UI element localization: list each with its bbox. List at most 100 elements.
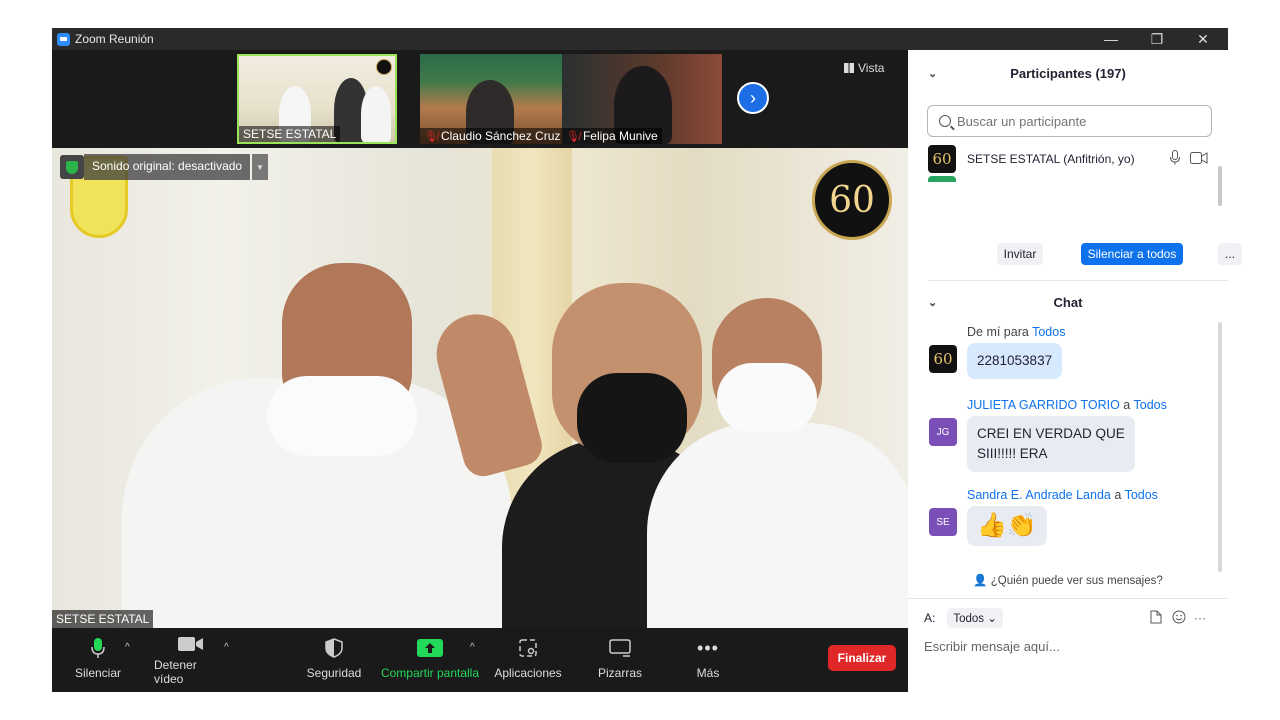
mute-all-button[interactable]: Silenciar a todos [1081,243,1183,265]
chat-header: ⌄ Chat [908,287,1228,317]
apps-icon [519,636,537,660]
chat-recipient[interactable]: Todos [1032,325,1065,339]
chat-message-header: JULIETA GARRIDO TORIO a Todos [967,398,1167,412]
participant-search-field[interactable] [927,105,1212,137]
thumbnail-name: SETSE ESTATAL [239,126,341,142]
security-button[interactable]: Seguridad [306,636,362,686]
side-panel: ⌄ Participantes (197) 60 SETSE ESTATAL (… [908,50,1242,692]
chevron-up-icon[interactable]: ^ [470,642,475,653]
main-video: Sonido original: desactivado ▼ 60 SETSE … [52,148,908,628]
whiteboards-label: Pizarras [597,666,642,680]
chat-avatar: JG [929,418,957,446]
stop-video-button[interactable]: Detener vídeo [154,636,228,686]
view-label: Vista [858,61,885,75]
chat-message-bubble[interactable]: 👍👏 [967,506,1047,546]
to-label: A: [924,611,936,625]
next-page-button[interactable]: › [737,82,769,114]
chevron-down-icon[interactable]: ⌄ [928,67,937,80]
participant-figure [361,86,391,142]
mute-button[interactable]: Silenciar [74,636,122,686]
thumbnail-name: 🎙︎̸ Felipa Munive [562,128,662,144]
apps-label: Aplicaciones [494,666,562,680]
microphone-icon[interactable] [1170,150,1180,168]
video-area: SETSE ESTATAL 🎙︎̸ Claudio Sánchez Cruz 🎙︎… [52,50,908,692]
file-icon[interactable] [1150,610,1162,627]
anniversary-logo-icon [376,59,392,75]
participant-row[interactable]: 60 SETSE ESTATAL (Anfitrión, yo) [928,144,1218,174]
chat-message-input[interactable] [924,634,1214,658]
chat-recipient[interactable]: Todos [1125,488,1158,502]
shield-icon [60,155,84,179]
chat-message-bubble[interactable]: 2281053837 [967,343,1063,379]
video-thumbnail[interactable]: SETSE ESTATAL [237,54,397,144]
chat-sender[interactable]: Sandra E. Andrade Landa [967,488,1111,502]
mic-muted-icon: 🎙︎̸ [566,130,580,143]
window-title: Zoom Reunión [75,32,154,46]
minimize-icon[interactable]: — [1088,28,1134,50]
search-icon [939,115,951,127]
view-button[interactable]: Vista [844,58,900,78]
anniversary-logo: 60 [812,160,892,240]
chat-avatar: 60 [929,345,957,373]
chat-connector: a [1114,488,1122,502]
more-label: Más [696,666,720,680]
chevron-up-icon[interactable]: ^ [224,642,229,653]
chevron-down-icon[interactable]: ▼ [252,154,269,180]
emoji-icon[interactable] [1172,610,1186,627]
chat-title: Chat [1053,294,1083,310]
recipient-select[interactable]: Todos ⌄ [947,608,1003,628]
original-sound-banner[interactable]: Sonido original: desactivado ▼ [60,154,269,180]
participants-more-button[interactable]: ... [1218,243,1242,265]
gallery-strip: SETSE ESTATAL 🎙︎̸ Claudio Sánchez Cruz 🎙︎… [52,50,908,148]
zoom-app-icon [57,32,70,46]
face-mask [267,376,417,456]
security-label: Seguridad [306,666,362,680]
chevron-right-icon: › [750,87,756,108]
participants-scrollbar[interactable] [1218,166,1222,206]
who-can-see-messages-link[interactable]: 👤 ¿Quién puede ver sus mensajes? [908,573,1228,593]
chat-recipient-row: A: Todos ⌄ ··· [924,606,1214,630]
invite-button[interactable]: Invitar [997,243,1043,265]
apps-button[interactable]: Aplicaciones [492,636,564,686]
mic-muted-icon: 🎙︎̸ [424,130,438,143]
chat-more-button[interactable]: ··· [1194,611,1206,625]
title-bar: Zoom Reunión — ❐ ✕ [52,28,1228,50]
person-icon: 👤 [973,575,988,587]
audio-banner-label: Sonido original: desactivado [84,154,251,180]
section-divider [928,280,1228,281]
who-can-see-label: ¿Quién puede ver sus mensajes? [990,575,1163,587]
end-meeting-button[interactable]: Finalizar [828,645,896,671]
thumbnail-name: 🎙︎̸ Claudio Sánchez Cruz [420,128,565,144]
chat-sender: De mí para [967,325,1029,339]
anniversary-number: 60 [829,179,875,221]
chat-message-bubble[interactable]: CREI EN VERDAD QUE SIII!!!!! ERA [967,416,1135,472]
stop-video-label: Detener vídeo [154,658,197,686]
meeting-toolbar: Silenciar ^ Detener vídeo ^ Seguridad Co… [52,628,908,692]
whiteboards-button[interactable]: Pizarras [592,636,648,686]
share-screen-button[interactable]: Compartir pantalla [380,636,480,686]
zoom-window: Zoom Reunión — ❐ ✕ SETSE ESTATAL 🎙︎̸ Clau… [52,28,1242,692]
chevron-up-icon[interactable]: ^ [125,642,130,653]
video-thumbnail[interactable]: 🎙︎̸ Felipa Munive [562,54,722,144]
video-camera-icon [178,636,204,652]
participants-title: Participantes (197) [1010,65,1126,81]
video-camera-icon[interactable] [1190,151,1208,167]
participant-search-input[interactable] [957,113,1197,129]
video-thumbnail[interactable]: 🎙︎̸ Claudio Sánchez Cruz [420,54,580,144]
restore-icon[interactable]: ❐ [1134,28,1180,50]
close-icon[interactable]: ✕ [1180,28,1226,50]
speaker-name-label: SETSE ESTATAL [52,610,154,628]
microphone-icon [91,636,105,660]
chat-recipient[interactable]: Todos [1134,398,1167,412]
grid-icon [844,63,854,73]
more-button[interactable]: ••• Más [686,636,730,686]
participant-row-partial [928,176,1218,182]
chevron-down-icon[interactable]: ⌄ [928,296,937,309]
chat-sender[interactable]: JULIETA GARRIDO TORIO [967,398,1120,412]
chat-scrollbar[interactable] [1218,322,1222,572]
face-mask [717,363,817,433]
chat-connector: a [1123,398,1131,412]
chat-message-line: SIII!!!!! ERA [977,446,1048,461]
participant-figure [647,423,908,628]
chat-message-line: CREI EN VERDAD QUE [977,426,1125,441]
